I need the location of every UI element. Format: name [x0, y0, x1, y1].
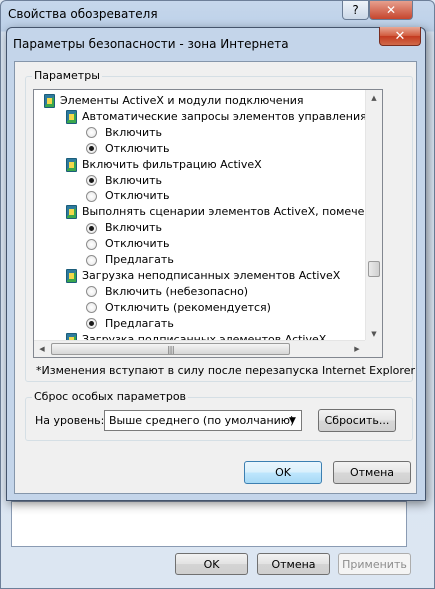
bg-apply-button[interactable]: Применить	[338, 553, 411, 575]
radio-option[interactable]: Отключить	[86, 236, 170, 252]
scroll-right-arrow-icon[interactable]: ▶	[349, 341, 365, 357]
tree-row-label: Загрузка неподписанных элементов ActiveX	[82, 268, 341, 282]
radio-option[interactable]: Отключить	[86, 141, 170, 157]
close-button[interactable]: ✕	[369, 1, 413, 20]
setting-item: Автоматические запросы элементов управле…	[66, 109, 366, 125]
tree-row-label: Включить	[105, 125, 163, 139]
tree-row-label: Выполнять сценарии элементов ActiveX, по…	[82, 205, 366, 219]
tree-row-label: Предлагать	[105, 253, 174, 266]
activex-category-icon	[44, 94, 55, 108]
tree-row-label: Отключить	[105, 141, 170, 155]
bg-cancel-button[interactable]: Отмена	[257, 553, 330, 575]
radio-button-icon[interactable]	[86, 238, 97, 250]
tree-row-label: Отключить	[105, 189, 170, 203]
level-select[interactable]: Выше среднего (по умолчанию) ▼	[104, 410, 302, 431]
radio-option[interactable]: Отключить (рекомендуется)	[86, 300, 271, 316]
settings-tree[interactable]: Элементы ActiveX и модули подключения Авт…	[33, 89, 383, 358]
radio-option[interactable]: Предлагать	[86, 316, 174, 332]
activex-setting-icon	[66, 268, 77, 283]
radio-button-icon[interactable]	[86, 302, 97, 314]
tree-row-label: Предлагать	[105, 316, 174, 330]
setting-item: Выполнять сценарии элементов ActiveX, по…	[66, 204, 366, 220]
tree-row-label: Включить (небезопасно)	[105, 284, 249, 298]
reset-group-label: Сброс особых параметров	[32, 390, 189, 403]
activex-setting-icon	[66, 157, 77, 172]
tree-row-label: Автоматические запросы элементов управле…	[82, 109, 366, 123]
reset-button[interactable]: Сбросить...	[318, 409, 396, 432]
radio-option[interactable]: Включить (небезопасно)	[86, 284, 248, 300]
scroll-left-arrow-icon[interactable]: ◀	[34, 341, 50, 357]
radio-option[interactable]: Предлагать	[86, 252, 174, 268]
setting-item: Включить фильтрацию ActiveX	[66, 157, 262, 173]
radio-button-icon[interactable]	[86, 175, 97, 186]
tree-row-label: Элементы ActiveX и модули подключения	[60, 94, 304, 107]
vertical-scrollbar[interactable]: ▲ ▼	[365, 90, 382, 342]
restart-note: *Изменения вступают в силу после перезап…	[36, 364, 415, 377]
tree-row-label: Отключить	[105, 237, 170, 251]
radio-button-icon[interactable]	[86, 286, 97, 298]
chevron-down-icon[interactable]: ▼	[284, 411, 301, 430]
radio-button-icon[interactable]	[86, 143, 97, 155]
radio-button-icon[interactable]	[86, 127, 97, 139]
horizontal-scrollbar[interactable]: ◀ |||| ▶	[34, 340, 366, 357]
tree-row-label: Включить	[105, 221, 163, 235]
bg-ok-button[interactable]: OK	[175, 553, 248, 575]
radio-button-icon[interactable]	[86, 318, 97, 330]
radio-button-icon[interactable]	[86, 254, 97, 266]
radio-option[interactable]: Включить	[86, 220, 162, 236]
radio-button-icon[interactable]	[86, 222, 97, 234]
cancel-button[interactable]: Отмена	[333, 461, 411, 484]
activex-setting-icon	[66, 109, 77, 124]
setting-category: Элементы ActiveX и модули подключения	[44, 93, 304, 109]
horizontal-scroll-thumb[interactable]: ||||	[51, 343, 290, 355]
tree-row-label: Включить фильтрацию ActiveX	[82, 157, 262, 171]
level-select-value: Выше среднего (по умолчанию)	[109, 414, 295, 427]
tree-row-label: Включить	[105, 173, 163, 187]
settings-group-label: Параметры	[32, 69, 102, 82]
radio-option[interactable]: Отключить	[86, 188, 170, 204]
dialog-close-button[interactable]: ✕	[379, 27, 421, 46]
vertical-scroll-thumb[interactable]	[368, 261, 380, 277]
radio-option[interactable]: Включить	[86, 173, 162, 189]
ok-button[interactable]: OK	[244, 461, 322, 484]
radio-option[interactable]: Включить	[86, 125, 162, 141]
activex-setting-icon	[66, 205, 77, 220]
level-label: На уровень:	[35, 414, 105, 427]
background-panel	[11, 501, 407, 547]
tree-row-label: Отключить (рекомендуется)	[105, 300, 271, 314]
settings-tree-content: Элементы ActiveX и модули подключения Авт…	[34, 90, 366, 342]
help-button[interactable]: ?	[342, 1, 369, 20]
setting-item: Загрузка неподписанных элементов ActiveX	[66, 268, 340, 284]
window-title: Свойства обозревателя	[8, 7, 158, 21]
scroll-up-arrow-icon[interactable]: ▲	[366, 90, 382, 106]
dialog-title: Параметры безопасности - зона Интернета	[13, 37, 289, 51]
radio-button-icon[interactable]	[86, 190, 97, 202]
scrollbar-corner	[365, 340, 382, 357]
